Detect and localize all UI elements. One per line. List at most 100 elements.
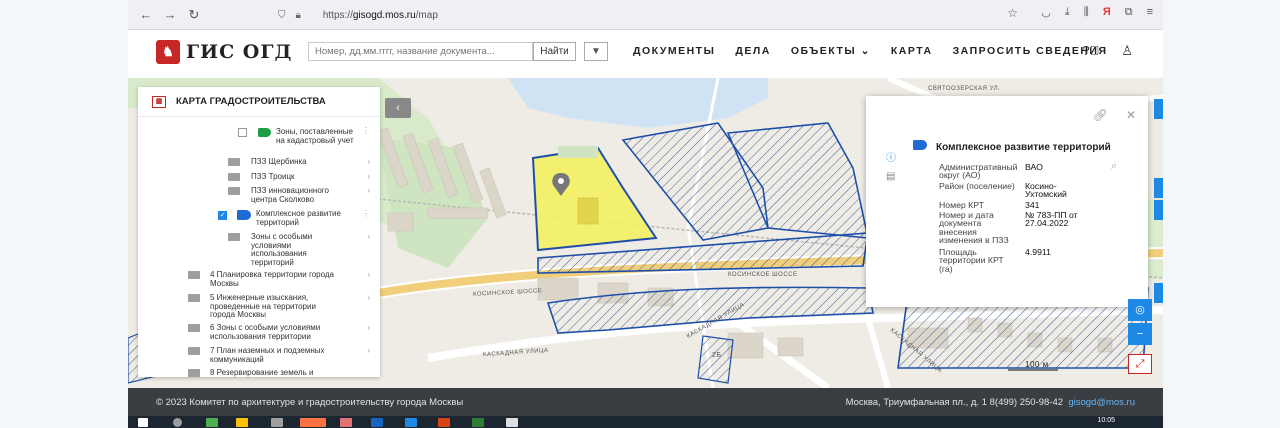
word-icon[interactable] (405, 418, 417, 427)
browser-toolbar: ← → ↻ ⛉ 🔒︎ https://gisogd.mos.ru/map ☆ ◡… (128, 0, 1163, 30)
layer-label: Зоны, поставленные на кадастровый учет (276, 127, 354, 145)
green-in-zone (558, 146, 598, 158)
excel-icon[interactable] (472, 418, 484, 427)
chevron-right-icon[interactable]: › (367, 157, 370, 167)
user-icon[interactable]: ♙ (1121, 43, 1133, 59)
kebab-menu-icon[interactable]: ⋮ (362, 209, 370, 219)
search-input[interactable] (308, 42, 533, 61)
help-icon[interactable]: ?⃝ (1082, 43, 1099, 59)
chevron-right-icon[interactable]: › (367, 186, 370, 196)
fullscreen-button[interactable]: ⤢ (1128, 354, 1152, 374)
krt-shape-icon (913, 140, 927, 150)
link-icon[interactable]: 🔗︎ (1093, 108, 1108, 122)
zoom-out-button[interactable]: − (1128, 323, 1152, 345)
edge-icon[interactable] (206, 418, 218, 427)
app-icon[interactable] (340, 418, 352, 427)
zoom-to-object-icon[interactable]: ⌕ (1111, 160, 1117, 173)
collapse-panel-button[interactable]: ‹ (385, 98, 411, 118)
kebab-menu-icon[interactable]: ⋮ (362, 126, 370, 136)
folder-icon (228, 173, 240, 181)
site-header: ♞ ГИС ОГД Найти ▼ ДОКУМЕНТЫ ДЕЛА ОБЪЕКТЫ… (128, 30, 1163, 78)
outlook-icon[interactable] (371, 418, 383, 427)
map-tool-button[interactable] (1154, 283, 1163, 303)
layer-label: ПЗЗ инновационного центра Сколково (251, 186, 329, 204)
folder-icon (188, 347, 200, 355)
layer-checkbox-checked[interactable]: ✓ (218, 211, 227, 220)
firefox-icon[interactable] (300, 418, 326, 427)
extensions-icon[interactable]: ⧉ (1125, 6, 1133, 19)
address-bar[interactable]: ⛉ 🔒︎ https://gisogd.mos.ru/map ☆ (278, 5, 1018, 25)
layer-group-label: 8 Резервирование земель и (210, 368, 314, 377)
close-icon[interactable]: ✕ (1126, 108, 1136, 122)
nav-objects-label: ОБЪЕКТЫ (790, 45, 857, 57)
chevron-right-icon[interactable]: › (367, 323, 370, 333)
krt-zone-hatched[interactable] (697, 335, 734, 384)
map-tool-button[interactable] (1154, 99, 1163, 119)
footer-copyright: © 2023 Комитет по архитектуре и градостр… (156, 397, 464, 408)
library-icon[interactable]: ⫼ (1084, 6, 1089, 19)
street-label-svyatoozerskaya: СВЯТООЗЕРСКАЯ УЛ. (928, 86, 1001, 92)
footer-email-link[interactable]: gisogd@mos.ru (1068, 397, 1135, 408)
screenshot-frame: ← → ↻ ⛉ 🔒︎ https://gisogd.mos.ru/map ☆ ◡… (128, 0, 1163, 428)
layers-panel-header: ▦ КАРТА ГРАДОСТРОИТЕЛЬСТВА (138, 87, 380, 117)
site-footer: © 2023 Комитет по архитектуре и градостр… (128, 388, 1163, 416)
powerpoint-icon[interactable] (438, 418, 450, 427)
forward-icon[interactable]: → (158, 7, 182, 22)
download-icon[interactable]: ⤓ (1065, 6, 1070, 19)
info-key: Площадь территории КРТ (га) (939, 247, 1004, 274)
reload-icon[interactable]: ↻ (182, 7, 206, 23)
os-taskbar: 10:05 (128, 416, 1163, 428)
menu-icon[interactable]: ≡ (1147, 6, 1153, 19)
locate-me-button[interactable]: ◎ (1128, 299, 1152, 321)
footer-contacts: Москва, Триумфальная пл., д. 1 8(499) 25… (846, 397, 1135, 408)
folder-icon (228, 233, 240, 241)
map-tool-button[interactable] (1154, 200, 1163, 220)
nav-map[interactable]: КАРТА (891, 45, 933, 57)
document-icon[interactable]: ▤ (886, 171, 895, 182)
folder-icon (188, 294, 200, 302)
logo-text: ГИС ОГД (186, 41, 293, 63)
yandex-icon[interactable]: Я (1103, 6, 1111, 19)
chevron-right-icon[interactable]: › (367, 172, 370, 182)
nav-documents[interactable]: ДОКУМЕНТЫ (633, 45, 715, 57)
info-panel-title: Комплексное развитие территорий (936, 142, 1111, 153)
moscow-emblem-icon: ♞ (156, 40, 180, 64)
pocket-icon[interactable]: ◡ (1041, 6, 1051, 19)
layer-label: Комплексное развитие территорий (256, 209, 341, 227)
krt-shape-icon (237, 210, 251, 220)
object-info-panel: 🔗︎ ✕ Комплексное развитие территорий ⓘ ▤… (866, 96, 1148, 307)
info-icon[interactable]: ⓘ (886, 149, 896, 164)
layers-panel: ▦ КАРТА ГРАДОСТРОИТЕЛЬСТВА Зоны, поставл… (138, 87, 380, 377)
folder-icon (188, 369, 200, 377)
url-path: /map (415, 9, 438, 21)
chevron-right-icon[interactable]: › (367, 293, 370, 303)
windows-start-icon[interactable] (138, 418, 148, 427)
bookmark-star-icon[interactable]: ☆ (1007, 6, 1018, 20)
site-logo[interactable]: ♞ ГИС ОГД (156, 40, 292, 64)
minus-icon: − (1136, 328, 1144, 340)
search-icon[interactable] (173, 418, 182, 427)
filter-icon[interactable]: ▼ (584, 42, 608, 61)
chevron-right-icon[interactable]: › (367, 270, 370, 280)
chevron-right-icon[interactable]: › (367, 232, 370, 242)
explorer-icon[interactable] (236, 418, 248, 427)
search-button[interactable]: Найти (533, 42, 576, 61)
layer-checkbox[interactable] (238, 128, 247, 137)
nav-cases[interactable]: ДЕЛА (735, 45, 770, 57)
back-icon[interactable]: ← (134, 7, 158, 22)
info-panel-tools: 🔗︎ ✕ (1093, 108, 1136, 122)
chevron-down-icon: ⌄ (860, 45, 871, 57)
locate-icon: ◎ (1135, 304, 1145, 316)
main-nav: ДОКУМЕНТЫ ДЕЛА ОБЪЕКТЫ ⌄ КАРТА ЗАПРОСИТЬ… (633, 45, 1108, 57)
nav-objects[interactable]: ОБЪЕКТЫ ⌄ (791, 45, 871, 57)
footer-address: Москва, Триумфальная пл., д. 1 8(499) 25… (845, 397, 1064, 408)
chevron-right-icon[interactable]: › (367, 346, 370, 356)
info-key: Административный округ (АО) (939, 162, 1018, 181)
folder-icon (188, 271, 200, 279)
app-icon[interactable] (506, 418, 518, 427)
url-domain: gisogd.mos.ru (352, 9, 416, 21)
map-tool-button[interactable] (1154, 178, 1163, 198)
page-margin-left (0, 0, 128, 428)
app-icon[interactable] (271, 418, 283, 427)
layer-group-label: 6 Зоны с особыми условиями использования… (210, 323, 321, 341)
